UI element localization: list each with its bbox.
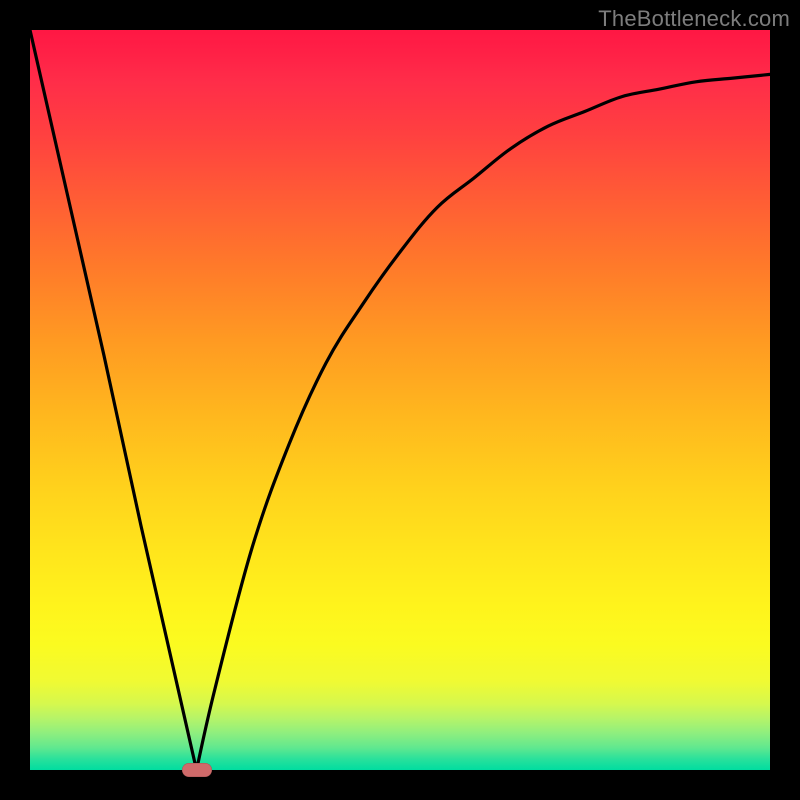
plot-area: [30, 30, 770, 770]
minimum-marker: [182, 763, 212, 777]
curve-svg: [30, 30, 770, 770]
chart-frame: TheBottleneck.com: [0, 0, 800, 800]
bottleneck-curve-path: [30, 30, 770, 770]
watermark-text: TheBottleneck.com: [598, 6, 790, 32]
